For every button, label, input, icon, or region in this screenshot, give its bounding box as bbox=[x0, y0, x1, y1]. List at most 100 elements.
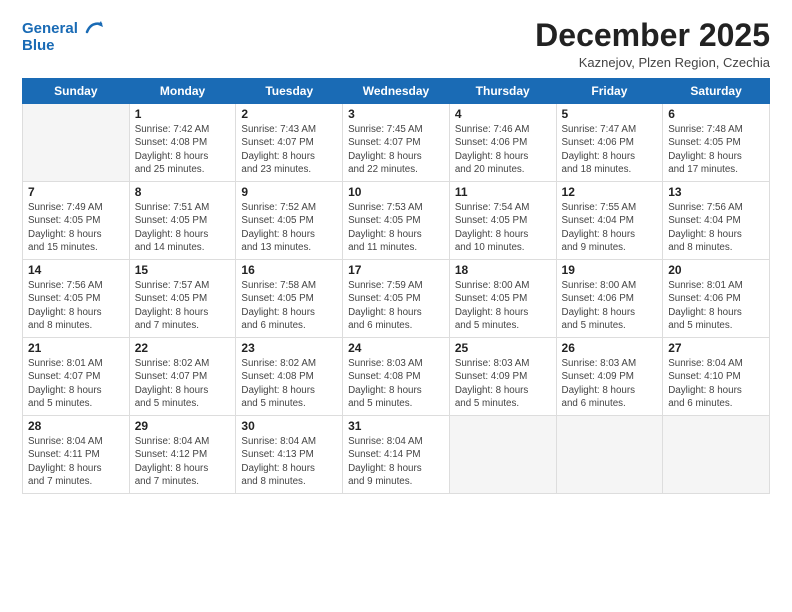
calendar-day-cell: 3 Sunrise: 7:45 AM Sunset: 4:07 PM Daylig… bbox=[343, 104, 450, 182]
day-info: Sunrise: 7:52 AM Sunset: 4:05 PM Dayligh… bbox=[241, 201, 337, 254]
calendar-day-cell: 29Sunrise: 8:04 AM Sunset: 4:12 PM Dayli… bbox=[129, 416, 236, 494]
weekday-header: Monday bbox=[129, 79, 236, 104]
calendar-day-cell: 13Sunrise: 7:56 AM Sunset: 4:04 PM Dayli… bbox=[663, 182, 770, 260]
weekday-header: Tuesday bbox=[236, 79, 343, 104]
day-number: 23 bbox=[241, 341, 337, 355]
day-number: 22 bbox=[135, 341, 231, 355]
day-info: Sunrise: 8:04 AM Sunset: 4:13 PM Dayligh… bbox=[241, 435, 337, 488]
day-info: Sunrise: 7:56 AM Sunset: 4:05 PM Dayligh… bbox=[28, 279, 124, 332]
calendar-week-row: 1 Sunrise: 7:42 AM Sunset: 4:08 PM Daylig… bbox=[23, 104, 770, 182]
day-number: 21 bbox=[28, 341, 124, 355]
day-info: Sunrise: 7:46 AM Sunset: 4:06 PM Dayligh… bbox=[455, 123, 551, 176]
weekday-header: Wednesday bbox=[343, 79, 450, 104]
day-info: Sunrise: 7:48 AM Sunset: 4:05 PM Dayligh… bbox=[668, 123, 764, 176]
day-info: Sunrise: 8:03 AM Sunset: 4:09 PM Dayligh… bbox=[562, 357, 658, 410]
calendar-week-row: 14 Sunrise: 7:56 AM Sunset: 4:05 PM Dayli… bbox=[23, 260, 770, 338]
day-number: 13 bbox=[668, 185, 764, 199]
day-info: Sunrise: 8:04 AM Sunset: 4:11 PM Dayligh… bbox=[28, 435, 124, 488]
calendar-day-cell: 21 Sunrise: 8:01 AM Sunset: 4:07 PM Dayli… bbox=[23, 338, 130, 416]
calendar-day-cell: 5 Sunrise: 7:47 AM Sunset: 4:06 PM Daylig… bbox=[556, 104, 663, 182]
day-number: 17 bbox=[348, 263, 444, 277]
calendar-day-cell: 7 Sunrise: 7:49 AM Sunset: 4:05 PM Daylig… bbox=[23, 182, 130, 260]
day-info: Sunrise: 8:02 AM Sunset: 4:07 PM Dayligh… bbox=[135, 357, 231, 410]
weekday-header: Friday bbox=[556, 79, 663, 104]
calendar-day-cell: 14 Sunrise: 7:56 AM Sunset: 4:05 PM Dayli… bbox=[23, 260, 130, 338]
day-number: 15 bbox=[135, 263, 231, 277]
weekday-header: Saturday bbox=[663, 79, 770, 104]
day-number: 3 bbox=[348, 107, 444, 121]
day-info: Sunrise: 8:00 AM Sunset: 4:06 PM Dayligh… bbox=[562, 279, 658, 332]
day-number: 9 bbox=[241, 185, 337, 199]
calendar-day-cell bbox=[663, 416, 770, 494]
day-number: 4 bbox=[455, 107, 551, 121]
day-info: Sunrise: 8:01 AM Sunset: 4:06 PM Dayligh… bbox=[668, 279, 764, 332]
calendar-day-cell: 18 Sunrise: 8:00 AM Sunset: 4:05 PM Dayli… bbox=[449, 260, 556, 338]
day-number: 28 bbox=[28, 419, 124, 433]
calendar-day-cell: 10 Sunrise: 7:53 AM Sunset: 4:05 PM Dayli… bbox=[343, 182, 450, 260]
calendar-day-cell: 23Sunrise: 8:02 AM Sunset: 4:08 PM Dayli… bbox=[236, 338, 343, 416]
day-info: Sunrise: 7:49 AM Sunset: 4:05 PM Dayligh… bbox=[28, 201, 124, 254]
day-info: Sunrise: 8:00 AM Sunset: 4:05 PM Dayligh… bbox=[455, 279, 551, 332]
calendar-day-cell: 25Sunrise: 8:03 AM Sunset: 4:09 PM Dayli… bbox=[449, 338, 556, 416]
day-number: 30 bbox=[241, 419, 337, 433]
day-number: 24 bbox=[348, 341, 444, 355]
day-number: 10 bbox=[348, 185, 444, 199]
day-info: Sunrise: 7:57 AM Sunset: 4:05 PM Dayligh… bbox=[135, 279, 231, 332]
day-info: Sunrise: 7:59 AM Sunset: 4:05 PM Dayligh… bbox=[348, 279, 444, 332]
day-info: Sunrise: 8:03 AM Sunset: 4:09 PM Dayligh… bbox=[455, 357, 551, 410]
day-info: Sunrise: 8:01 AM Sunset: 4:07 PM Dayligh… bbox=[28, 357, 124, 410]
weekday-header: Sunday bbox=[23, 79, 130, 104]
day-number: 29 bbox=[135, 419, 231, 433]
day-number: 31 bbox=[348, 419, 444, 433]
day-info: Sunrise: 7:55 AM Sunset: 4:04 PM Dayligh… bbox=[562, 201, 658, 254]
day-number: 20 bbox=[668, 263, 764, 277]
calendar-day-cell: 11 Sunrise: 7:54 AM Sunset: 4:05 PM Dayli… bbox=[449, 182, 556, 260]
calendar-day-cell: 27 Sunrise: 8:04 AM Sunset: 4:10 PM Dayli… bbox=[663, 338, 770, 416]
calendar-day-cell bbox=[556, 416, 663, 494]
day-number: 14 bbox=[28, 263, 124, 277]
calendar-day-cell: 26 Sunrise: 8:03 AM Sunset: 4:09 PM Dayli… bbox=[556, 338, 663, 416]
calendar-day-cell: 17 Sunrise: 7:59 AM Sunset: 4:05 PM Dayli… bbox=[343, 260, 450, 338]
calendar-day-cell: 28 Sunrise: 8:04 AM Sunset: 4:11 PM Dayli… bbox=[23, 416, 130, 494]
day-info: Sunrise: 7:54 AM Sunset: 4:05 PM Dayligh… bbox=[455, 201, 551, 254]
calendar-week-row: 21 Sunrise: 8:01 AM Sunset: 4:07 PM Dayli… bbox=[23, 338, 770, 416]
day-number: 27 bbox=[668, 341, 764, 355]
calendar-day-cell bbox=[23, 104, 130, 182]
day-info: Sunrise: 7:43 AM Sunset: 4:07 PM Dayligh… bbox=[241, 123, 337, 176]
location: Kaznejov, Plzen Region, Czechia bbox=[535, 55, 770, 70]
day-info: Sunrise: 7:42 AM Sunset: 4:08 PM Dayligh… bbox=[135, 123, 231, 176]
calendar-day-cell: 24Sunrise: 8:03 AM Sunset: 4:08 PM Dayli… bbox=[343, 338, 450, 416]
day-info: Sunrise: 7:47 AM Sunset: 4:06 PM Dayligh… bbox=[562, 123, 658, 176]
calendar-day-cell: 2 Sunrise: 7:43 AM Sunset: 4:07 PM Daylig… bbox=[236, 104, 343, 182]
day-info: Sunrise: 8:04 AM Sunset: 4:14 PM Dayligh… bbox=[348, 435, 444, 488]
calendar-day-cell: 4 Sunrise: 7:46 AM Sunset: 4:06 PM Daylig… bbox=[449, 104, 556, 182]
title-block: December 2025 Kaznejov, Plzen Region, Cz… bbox=[535, 18, 770, 70]
calendar-day-cell: 1 Sunrise: 7:42 AM Sunset: 4:08 PM Daylig… bbox=[129, 104, 236, 182]
logo-icon bbox=[83, 18, 105, 40]
weekday-header: Thursday bbox=[449, 79, 556, 104]
day-number: 7 bbox=[28, 185, 124, 199]
day-number: 2 bbox=[241, 107, 337, 121]
calendar-day-cell: 31 Sunrise: 8:04 AM Sunset: 4:14 PM Dayli… bbox=[343, 416, 450, 494]
day-number: 26 bbox=[562, 341, 658, 355]
day-info: Sunrise: 7:45 AM Sunset: 4:07 PM Dayligh… bbox=[348, 123, 444, 176]
calendar-day-cell: 30 Sunrise: 8:04 AM Sunset: 4:13 PM Dayli… bbox=[236, 416, 343, 494]
day-number: 5 bbox=[562, 107, 658, 121]
calendar-day-cell: 16Sunrise: 7:58 AM Sunset: 4:05 PM Dayli… bbox=[236, 260, 343, 338]
calendar-day-cell bbox=[449, 416, 556, 494]
day-number: 8 bbox=[135, 185, 231, 199]
day-info: Sunrise: 7:53 AM Sunset: 4:05 PM Dayligh… bbox=[348, 201, 444, 254]
day-number: 12 bbox=[562, 185, 658, 199]
header: General Blue December 2025 Kaznejov, Plz… bbox=[22, 18, 770, 70]
day-number: 1 bbox=[135, 107, 231, 121]
day-info: Sunrise: 8:04 AM Sunset: 4:10 PM Dayligh… bbox=[668, 357, 764, 410]
calendar-day-cell: 6Sunrise: 7:48 AM Sunset: 4:05 PM Daylig… bbox=[663, 104, 770, 182]
month-title: December 2025 bbox=[535, 18, 770, 53]
page: General Blue December 2025 Kaznejov, Plz… bbox=[0, 0, 792, 612]
day-number: 19 bbox=[562, 263, 658, 277]
day-number: 18 bbox=[455, 263, 551, 277]
logo: General Blue bbox=[22, 18, 105, 55]
logo-blue: Blue bbox=[22, 38, 105, 55]
day-info: Sunrise: 7:58 AM Sunset: 4:05 PM Dayligh… bbox=[241, 279, 337, 332]
day-number: 11 bbox=[455, 185, 551, 199]
